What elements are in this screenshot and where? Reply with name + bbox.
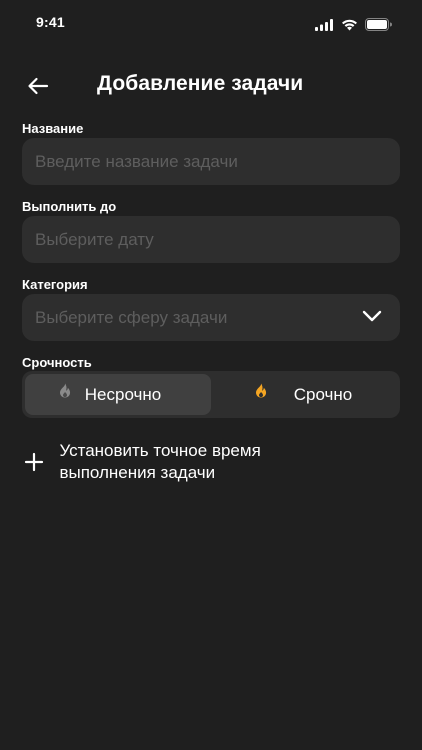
category-placeholder: Выберите сферу задачи <box>35 307 228 327</box>
flame-orange-icon <box>256 383 267 398</box>
urgency-option-urgent[interactable]: Срочно <box>211 374 397 415</box>
due-date-label: Выполнить до <box>22 199 117 214</box>
header: Добавление задачи <box>0 68 422 104</box>
back-button[interactable] <box>24 72 52 100</box>
urgency-label: Срочность <box>22 355 92 370</box>
status-time: 9:41 <box>36 14 65 30</box>
battery-icon <box>365 18 392 31</box>
status-bar: 9:41 <box>0 0 422 50</box>
add-exact-time-button[interactable]: Установить точное время выполнения задач… <box>22 440 342 484</box>
flame-gray-icon <box>60 383 71 398</box>
task-name-input[interactable] <box>35 151 400 172</box>
add-exact-time-label: Установить точное время выполнения задач… <box>59 441 261 482</box>
chevron-down-icon <box>362 310 382 322</box>
name-label: Название <box>22 121 84 136</box>
add-task-screen: 9:41 Добавление задачи Название Введите … <box>0 0 422 750</box>
category-select[interactable]: Выберите сферу задачи <box>22 294 400 341</box>
urgency-segmented-control: Несрочно Срочно <box>22 371 400 418</box>
plus-icon <box>22 447 45 477</box>
status-icons <box>315 18 392 31</box>
due-date-field-container <box>22 216 400 263</box>
cellular-signal-icon <box>315 18 333 31</box>
urgency-option-not-urgent[interactable]: Несрочно <box>25 374 211 415</box>
urgency-option-label: Несрочно <box>84 384 162 404</box>
urgency-option-label: Срочно <box>293 384 353 404</box>
page-title: Добавление задачи <box>97 72 304 95</box>
arrow-left-icon <box>28 77 49 95</box>
due-date-input[interactable] <box>35 229 400 250</box>
wifi-icon <box>342 19 357 30</box>
name-field-container <box>22 138 400 185</box>
category-label: Категория <box>22 277 88 292</box>
